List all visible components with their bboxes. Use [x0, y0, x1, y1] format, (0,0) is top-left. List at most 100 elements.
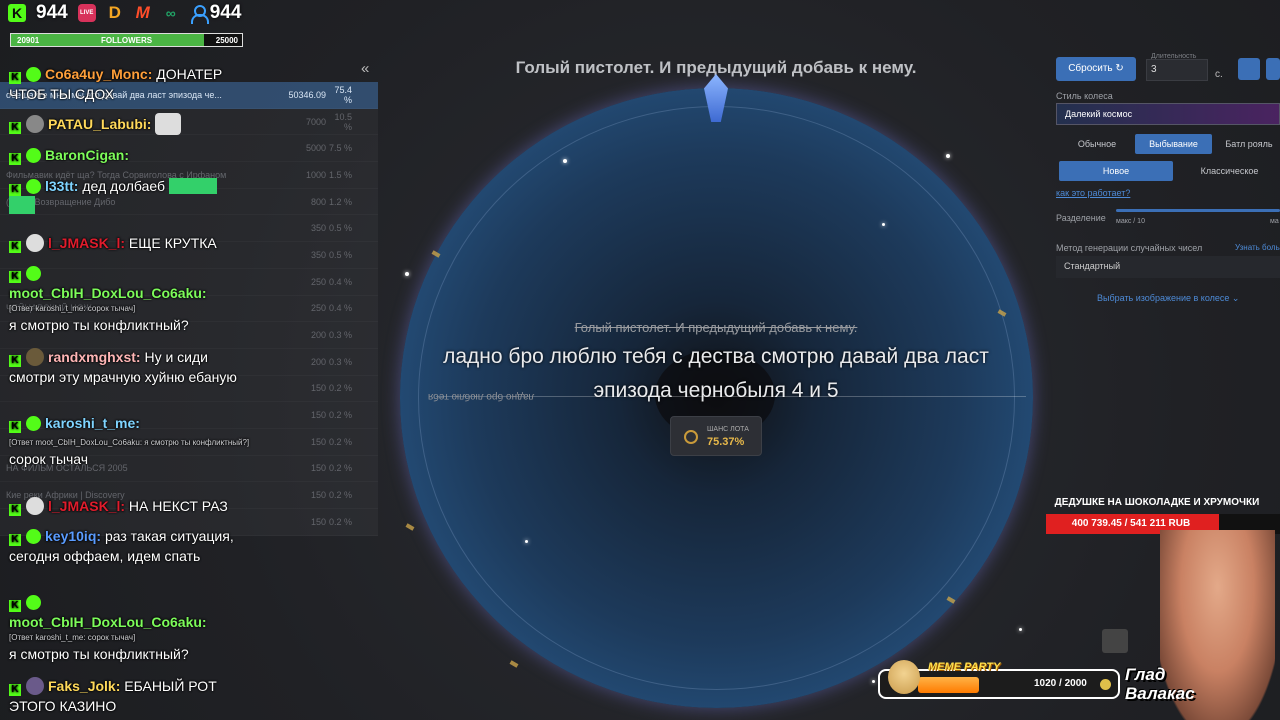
lot-amount: 250: [310, 303, 326, 314]
goal-title: ДЕДУШКЕ НА ШОКОЛАДКЕ И ХРУМОЧКИ: [1054, 497, 1260, 508]
style-label: Стиль колеса: [1056, 91, 1113, 101]
streamer-name-line1: Глад: [1125, 665, 1166, 684]
viewers-icon: [190, 4, 209, 24]
how-it-works-link[interactable]: как это работает?: [1056, 188, 1130, 198]
kick-badge-icon: K: [9, 534, 21, 546]
choose-image-link[interactable]: Выбрать изображение в колесе ⌄: [1097, 293, 1239, 304]
lot-pct: 0.2 %: [328, 463, 352, 474]
sub-badge-icon: [26, 266, 41, 281]
sub-new-tab[interactable]: Новое: [1059, 161, 1173, 181]
chat-nick: Faks_Jolk:: [48, 678, 121, 694]
viewer-count: 944: [209, 2, 242, 23]
chat-nick: PATAU_Labubi:: [48, 116, 152, 132]
avatar: [26, 497, 44, 515]
lot-amount: 150: [310, 383, 326, 394]
split-max-label: ма: [1270, 218, 1279, 225]
lot-pct: 1.2 %: [328, 196, 352, 207]
split-slider[interactable]: [1116, 209, 1280, 212]
lot-pct: 0.2 %: [328, 383, 352, 394]
duration-unit: с.: [1215, 69, 1223, 80]
chance-value: 75.37%: [707, 436, 745, 448]
kick-badge-icon: K: [9, 271, 21, 283]
chat-reply: [Ответ moot_CbIH_DoxLou_Co6aku: я смотрю…: [9, 438, 250, 447]
duration-input[interactable]: 3: [1146, 59, 1208, 81]
streamer-name: Глад Валакас: [1125, 665, 1195, 703]
refresh-icon: ↻: [1115, 63, 1124, 74]
split-label: Разделение: [1056, 213, 1106, 223]
star-icon: [946, 154, 950, 158]
sub-badge-icon: [26, 529, 41, 544]
mode-drop-tab[interactable]: Выбывание: [1135, 134, 1212, 154]
reset-label: Сбросить: [1068, 63, 1113, 74]
goal-amount: 400 739.45 / 541 211 RUB: [1071, 518, 1191, 529]
lot-amount: 250: [310, 276, 326, 287]
chevron-down-icon: ⌄: [1231, 293, 1240, 303]
chat-text: сорок тычач: [9, 451, 89, 467]
sparkle-icon: [405, 523, 415, 531]
lot-pct: 1.5 %: [328, 169, 352, 180]
stats-bar: K 944 LIVE D M ∞ 944: [8, 0, 241, 26]
rng-learn-link[interactable]: Узнать боль: [1235, 243, 1280, 252]
lot-amount: 50346.09: [288, 89, 326, 100]
avatar: [26, 234, 44, 252]
chat-nick: l33tt:: [45, 178, 79, 194]
music-button-icon[interactable]: [1266, 58, 1280, 80]
lot-pct: 7.5 %: [328, 143, 352, 154]
dice-button-icon[interactable]: [1238, 58, 1260, 80]
chat-message: K BaronCigan:: [9, 145, 259, 165]
lot-amount: 350: [310, 249, 326, 260]
doge-icon: [888, 660, 920, 694]
followers-current: 20901: [17, 36, 40, 45]
lot-amount: 150: [310, 463, 326, 474]
chat-nick: randxmghxst:: [48, 349, 141, 365]
mode-normal-tab[interactable]: Обычное: [1066, 134, 1128, 154]
donationalerts-icon: D: [108, 3, 121, 22]
lot-pct: 75.4 %: [334, 84, 352, 105]
lot-amount: 150: [310, 490, 326, 501]
kick-badge-icon: K: [9, 122, 21, 134]
chat-message: Kl33tt: дед долбаеб: [9, 176, 259, 219]
chat-nick: moot_CbIH_DoxLou_Co6aku:: [9, 614, 207, 630]
avatar: [26, 677, 44, 695]
chat-text: ЕЩЕ КРУТКА: [128, 235, 217, 251]
rng-select[interactable]: Стандартный: [1056, 256, 1280, 278]
star-icon: [1019, 628, 1022, 631]
kick-count: 944: [36, 2, 68, 23]
mode-battle-tab[interactable]: Батл рояль: [1218, 134, 1280, 154]
choose-image-label: Выбрать изображение в колесе: [1097, 293, 1230, 303]
lot-amount: 200: [310, 356, 326, 367]
lot-pct: 0.4 %: [328, 276, 352, 287]
avatar: [26, 348, 44, 366]
meme-count: 1020 / 2000: [1034, 678, 1087, 689]
kick-badge-icon: K: [9, 600, 21, 612]
star-icon: [882, 223, 885, 226]
live-icon: LIVE: [77, 4, 96, 22]
lot-pct: 0.2 %: [328, 490, 352, 501]
star-icon: [872, 680, 875, 683]
lot-pct: 0.2 %: [328, 410, 352, 421]
cat-emote-icon: [155, 113, 182, 135]
chat-nick: karoshi_t_me:: [45, 415, 140, 431]
sub-badge-icon: [26, 416, 41, 431]
lot-amount: 350: [310, 223, 326, 234]
memealerts-icon: M: [135, 3, 150, 22]
chat-nick: l_JMASK_l:: [48, 235, 126, 251]
lot-amount: 150: [310, 436, 326, 447]
sub-classic-tab[interactable]: Классическое: [1179, 161, 1280, 181]
chat-reply: [Ответ karoshi_t_me: сорок тычач]: [9, 633, 136, 642]
reset-button[interactable]: Сбросить ↻: [1056, 57, 1136, 81]
sparkle-icon: [509, 660, 519, 668]
chat-text: я смотрю ты конфликтный?: [9, 646, 189, 662]
coin-icon: [684, 430, 698, 444]
wheel-style-select[interactable]: Далекий космос: [1056, 103, 1280, 125]
chat-text: раз такая ситуация, сегодня оффаем, идем…: [9, 528, 234, 564]
kick-badge-icon: K: [9, 241, 21, 253]
followers-label: FOLLOWERS: [101, 36, 153, 45]
streamer-name-line2: Валакас: [1125, 684, 1195, 703]
lot-pct: 0.5 %: [328, 249, 352, 260]
stream-screen: K 944 LIVE D M ∞ 944 20901 FOLLOWERS 250…: [0, 0, 1280, 720]
coin-icon: [1100, 679, 1111, 690]
chat-text: дед долбаеб: [82, 178, 165, 194]
chat-message: Kl_JMASK_l: ЕЩЕ КРУТКА: [9, 233, 259, 253]
kick-badge-icon: K: [9, 153, 21, 165]
